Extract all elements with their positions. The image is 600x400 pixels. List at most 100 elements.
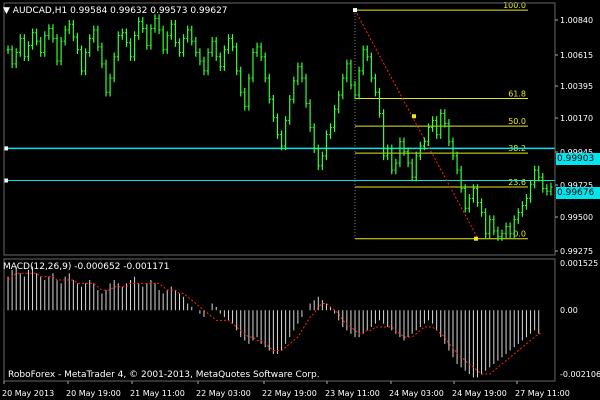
price-bar <box>267 73 271 104</box>
macd-pane-border <box>3 258 556 382</box>
macd-indicator <box>7 266 543 378</box>
price-bar <box>533 165 537 189</box>
price-bar <box>133 31 137 62</box>
price-bar <box>116 31 120 62</box>
price-bar <box>353 80 357 100</box>
price-bar <box>108 73 112 97</box>
price-bar <box>255 42 259 57</box>
price-bar <box>231 34 235 52</box>
price-bar <box>337 90 341 114</box>
price-bar <box>251 48 255 83</box>
symbol-title: ▼ AUDCAD,H1 0.99584 0.99632 0.99573 0.99… <box>3 6 228 16</box>
price-bar <box>369 52 373 83</box>
time-axis-label: 20 May 2013 <box>2 389 54 398</box>
price-scale-label: 0.99275 <box>560 247 593 256</box>
price-bar <box>394 158 398 175</box>
price-bar <box>508 222 512 239</box>
price-bar <box>177 38 181 57</box>
price-bar <box>51 24 55 43</box>
price-bar <box>22 34 26 62</box>
price-bar <box>406 147 410 168</box>
fibo-level-label: 61.8 <box>508 90 526 99</box>
price-bar <box>55 34 59 66</box>
price-bar <box>345 59 349 83</box>
price-bar <box>145 24 149 50</box>
price-bar <box>463 184 467 213</box>
price-bar <box>6 45 10 54</box>
price-bar <box>153 14 157 33</box>
time-axis-label: 22 May 19:00 <box>262 389 317 398</box>
price-bar <box>18 34 22 57</box>
price-bar <box>467 194 471 213</box>
price-bar <box>202 56 206 76</box>
price-bar <box>304 73 308 108</box>
price-bar <box>169 19 173 40</box>
price-bar <box>235 42 239 76</box>
price-bar <box>455 151 459 175</box>
price-scale-label: 1.00395 <box>560 82 593 91</box>
price-bar <box>488 215 492 239</box>
price-bars <box>6 14 553 241</box>
price-bar <box>431 116 435 132</box>
price-bar <box>398 137 402 168</box>
price-bar <box>14 48 18 69</box>
price-bar <box>149 24 153 50</box>
symbol-timeframe: AUDCAD,H1 <box>12 6 68 16</box>
price-bar <box>541 172 545 193</box>
price-bar <box>284 116 288 151</box>
price-bar <box>357 66 361 100</box>
price-scale-label: 1.00840 <box>560 16 593 25</box>
chart-window[interactable]: 100.0 61.8 50.0 38.2 23.6 0.0 1.00840 1.00615 1… <box>0 0 600 400</box>
trend-midpoint-icon <box>412 114 416 119</box>
price-bar <box>112 52 116 83</box>
price-bar <box>210 36 214 57</box>
price-bar <box>104 59 108 97</box>
fibo-level-label: 23.6 <box>508 178 526 187</box>
price-bar <box>529 179 533 203</box>
fibo-level-label: 50.0 <box>508 117 526 126</box>
price-bar <box>239 66 243 97</box>
price-bar <box>243 87 247 111</box>
price-bar <box>75 32 79 54</box>
dropdown-triangle-icon[interactable]: ▼ <box>3 6 10 16</box>
price-bar <box>475 184 479 207</box>
price-bar <box>206 48 210 76</box>
price-bar <box>67 19 71 35</box>
price-bar <box>378 87 382 118</box>
price-bar <box>329 123 333 139</box>
fibo-level-label: 0.0 <box>513 230 526 239</box>
price-bar <box>129 38 133 62</box>
price-bar <box>386 144 390 161</box>
price-bar <box>275 113 279 139</box>
macd-scale-label: 0.00 <box>560 306 578 315</box>
price-bar <box>161 25 165 54</box>
line-anchor-icon <box>4 146 8 151</box>
price-bar <box>410 158 414 182</box>
price-bar <box>288 95 292 125</box>
macd-scale-label: 0.001525 <box>560 259 598 268</box>
main-pane-border <box>3 2 556 256</box>
price-bar <box>124 28 128 47</box>
price-bar <box>524 194 528 210</box>
price-bar <box>190 25 194 46</box>
price-bar <box>537 165 541 182</box>
price-bar <box>418 141 422 161</box>
time-axis-label: 22 May 03:00 <box>196 389 251 398</box>
time-axis-label: 20 May 19:00 <box>66 389 121 398</box>
price-bar <box>157 14 161 35</box>
ohlc-values: 0.99584 0.99632 0.99573 0.99627 <box>70 6 228 16</box>
price-bar <box>382 109 386 161</box>
price-bar <box>186 25 190 43</box>
price-bar <box>194 36 198 57</box>
price-bar <box>84 48 88 76</box>
footer-copyright: RoboForex - MetaTrader 4, © 2001-2013, M… <box>8 370 320 380</box>
price-bar <box>88 34 92 57</box>
chart-canvas[interactable]: 100.061.850.038.223.60.0 1.008401.006151… <box>0 0 600 400</box>
price-bar <box>324 130 328 161</box>
price-bar <box>182 34 186 57</box>
price-bar <box>26 41 30 62</box>
price-bar <box>71 19 75 42</box>
price-bar <box>492 215 496 236</box>
macd-scale-label: -0.002106 <box>560 370 600 379</box>
price-bar <box>480 198 484 217</box>
